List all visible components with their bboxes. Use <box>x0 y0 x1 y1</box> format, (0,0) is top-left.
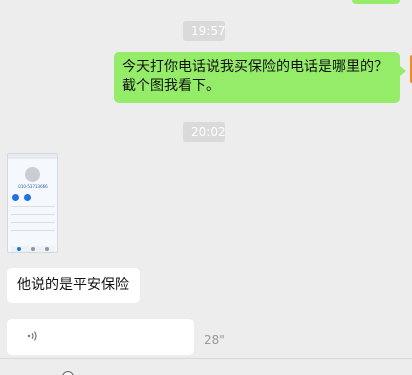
tab-icon <box>31 247 35 251</box>
voice-wave-icon <box>27 331 37 341</box>
previous-message-stub <box>352 0 400 4</box>
divider <box>11 214 55 215</box>
divider <box>11 230 55 231</box>
tab-icon <box>17 247 21 251</box>
voice-toggle-icon[interactable] <box>62 371 74 375</box>
incoming-message-text: 他说的是平安保险 <box>17 277 129 293</box>
timestamp: 20:02 <box>183 122 226 142</box>
voice-duration: 28" <box>204 333 225 347</box>
outgoing-message-text: 今天打你电话说我买保险的电话是哪里的？截个图我看下。 <box>122 59 388 94</box>
contact-avatar-icon <box>25 167 40 182</box>
image-message[interactable]: 010-53713666 <box>7 153 58 253</box>
image-status-bar <box>8 154 57 159</box>
tab-bar <box>11 246 55 252</box>
call-button-icon <box>12 194 19 201</box>
input-toolbar <box>0 358 412 375</box>
divider <box>11 206 55 207</box>
voice-message[interactable] <box>7 319 194 355</box>
tab-icon <box>45 247 49 251</box>
timestamp: 19:57 <box>183 21 226 41</box>
divider <box>11 222 55 223</box>
incoming-message[interactable]: 他说的是平安保险 <box>7 268 140 303</box>
phone-number: 010-53713666 <box>18 184 48 189</box>
message-button-icon <box>24 194 31 201</box>
outgoing-message[interactable]: 今天打你电话说我买保险的电话是哪里的？截个图我看下。 <box>114 52 406 103</box>
